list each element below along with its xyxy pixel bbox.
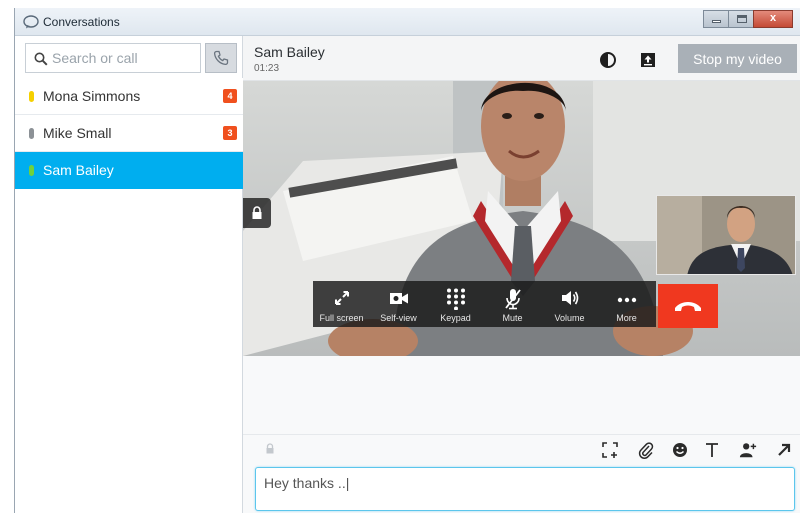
self-view-image (657, 196, 795, 274)
speaker-icon (562, 291, 579, 305)
paperclip-icon[interactable] (637, 441, 655, 459)
control-label: Volume (554, 313, 585, 323)
conversation-name: Mona Simmons (43, 88, 141, 104)
phone-icon (213, 50, 229, 66)
more-dots-icon (617, 297, 637, 303)
send-icon[interactable] (775, 441, 793, 459)
self-view-video[interactable] (656, 195, 796, 275)
self-view-button[interactable]: Self-view (370, 281, 427, 327)
call-panel: Sam Bailey 01:23 Stop my video Full scre… (243, 36, 800, 513)
conversation-item-mike-small[interactable]: Mike Small 3 (15, 115, 243, 152)
call-button[interactable] (205, 43, 237, 73)
video-feed: Full screen Self-view Keypad Mute Volume… (243, 81, 800, 356)
minimize-icon (712, 20, 721, 23)
volume-button[interactable]: Volume (541, 281, 598, 327)
sidebar: Mona Simmons 4 Mike Small 3 Sam Bailey (15, 36, 243, 513)
hang-up-icon (675, 302, 701, 311)
control-label: Self-view (380, 313, 417, 323)
end-call-button[interactable] (658, 284, 718, 328)
presence-indicator (29, 165, 34, 176)
message-area (243, 356, 800, 513)
mute-button[interactable]: Mute (484, 281, 541, 327)
text-format-icon[interactable] (703, 441, 721, 459)
share-screen-icon[interactable] (639, 51, 657, 69)
fullscreen-button[interactable]: Full screen (313, 281, 370, 327)
control-label: More (616, 313, 637, 323)
search-icon (34, 52, 48, 66)
presence-indicator (29, 91, 34, 102)
microphone-muted-icon (505, 289, 521, 310)
control-label: Keypad (440, 313, 471, 323)
search-box (25, 43, 201, 73)
maximize-icon (737, 15, 747, 23)
close-icon: x (769, 12, 777, 24)
close-button[interactable]: x (753, 10, 793, 28)
fullscreen-icon (335, 291, 349, 305)
presence-indicator (29, 128, 34, 139)
camera-icon (390, 293, 408, 304)
message-input[interactable] (264, 474, 784, 492)
chat-bubble-icon (23, 15, 39, 29)
stop-video-button[interactable]: Stop my video (678, 44, 797, 73)
call-header: Sam Bailey 01:23 Stop my video (243, 36, 800, 81)
lock-icon (266, 443, 274, 454)
search-input[interactable] (52, 44, 198, 72)
control-label: Mute (502, 313, 523, 323)
unread-badge: 3 (223, 126, 237, 140)
conversation-list: Mona Simmons 4 Mike Small 3 Sam Bailey (15, 78, 243, 189)
message-composer (255, 467, 795, 511)
title-bar: Conversations x (15, 8, 800, 36)
unread-badge: 4 (223, 89, 237, 103)
window-title: Conversations (43, 15, 120, 29)
contrast-icon[interactable] (599, 51, 617, 69)
keypad-button[interactable]: Keypad (427, 281, 484, 327)
call-controls: Full screen Self-view Keypad Mute Volume… (313, 281, 656, 327)
emoji-icon[interactable] (671, 441, 689, 459)
app-window: Conversations x Mona Simmons 4 (14, 8, 800, 513)
composer-toolbar (243, 434, 800, 462)
window-controls: x (703, 10, 793, 28)
lock-icon (252, 206, 262, 219)
conversation-item-mona-simmons[interactable]: Mona Simmons 4 (15, 78, 243, 115)
screenshot-icon[interactable] (601, 441, 619, 459)
control-label: Full screen (319, 313, 364, 323)
conversation-name: Sam Bailey (43, 162, 114, 178)
minimize-button[interactable] (703, 10, 729, 28)
keypad-icon (447, 288, 465, 310)
conversation-item-sam-bailey[interactable]: Sam Bailey (15, 152, 243, 189)
contact-name: Sam Bailey (254, 44, 325, 60)
call-timer: 01:23 (254, 63, 280, 74)
more-button[interactable]: More (598, 281, 655, 327)
maximize-button[interactable] (728, 10, 754, 28)
conversation-name: Mike Small (43, 125, 112, 141)
lock-tab[interactable] (243, 198, 271, 228)
add-person-icon[interactable] (739, 441, 757, 459)
